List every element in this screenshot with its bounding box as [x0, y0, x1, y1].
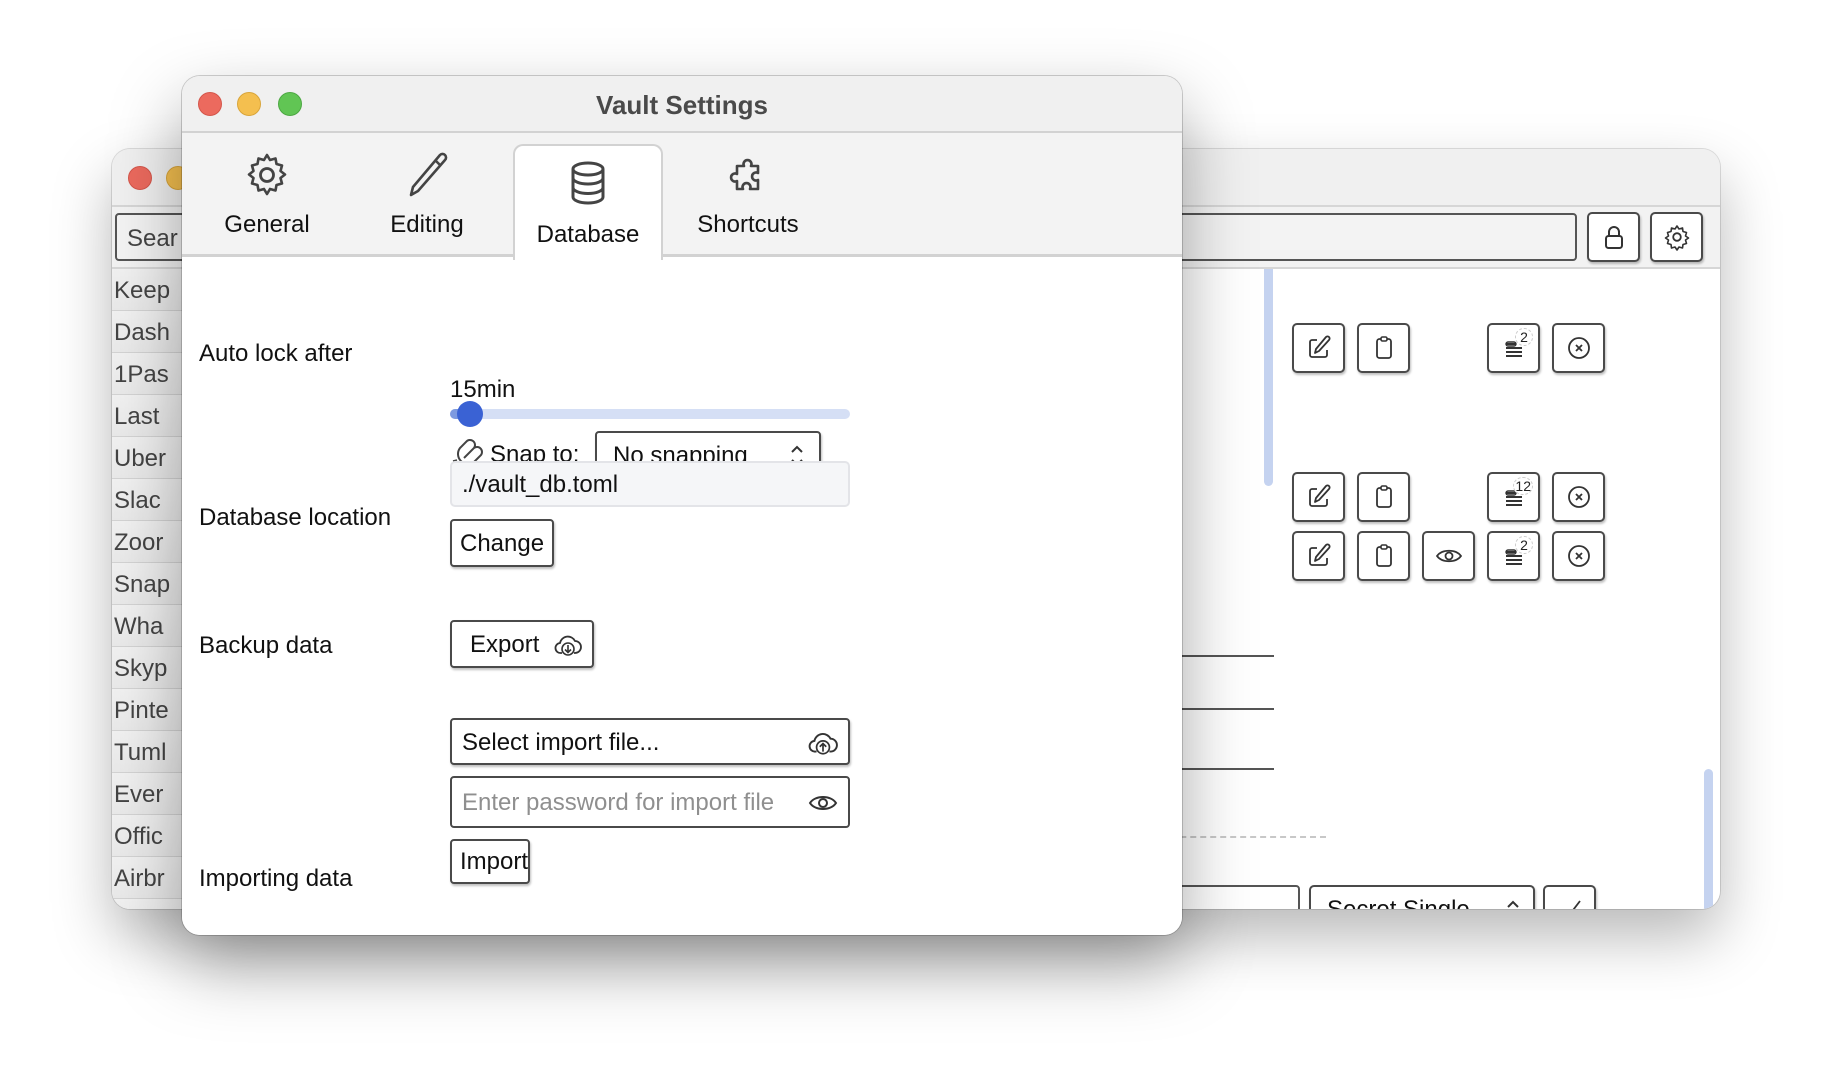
settings-titlebar: Vault Settings: [182, 76, 1182, 133]
tab-shortcuts[interactable]: Shortcuts: [673, 133, 823, 257]
import-password-placeholder: Enter password for import file: [462, 789, 775, 816]
remove-entry-button[interactable]: [1552, 531, 1605, 581]
database-icon: [571, 161, 605, 205]
tab-editing-label: Editing: [390, 211, 464, 238]
remove-entry-button[interactable]: [1552, 323, 1605, 373]
edit-entry-button[interactable]: [1292, 531, 1345, 581]
gear-icon: [247, 153, 287, 196]
tab-database[interactable]: Database: [513, 144, 663, 260]
backup-data-label: Backup data: [199, 632, 333, 659]
remove-icon: [1567, 337, 1590, 359]
tab-shortcuts-label: Shortcuts: [697, 211, 799, 238]
edit-icon: [1308, 335, 1330, 358]
remove-icon: [1567, 486, 1590, 508]
select-import-file-button[interactable]: Select import file...: [450, 718, 850, 765]
database-location-value: ./vault_db.toml: [462, 471, 619, 498]
edit-icon: [1308, 484, 1330, 507]
notes-entry-button[interactable]: 2: [1487, 323, 1540, 373]
lock-icon: [1604, 226, 1623, 249]
select-import-file-label: Select import file...: [462, 729, 660, 756]
entry-scroll-indicator[interactable]: [1264, 269, 1273, 486]
database-location-label: Database location: [199, 504, 392, 531]
new-entry-type-value: Secret Single...: [1327, 896, 1490, 909]
notes-count-badge: 2: [1515, 328, 1533, 346]
eye-entry-button[interactable]: [1422, 531, 1475, 581]
database-settings-panel: Auto lock after 15min Snap to: No snappi…: [182, 260, 1182, 935]
clipboard-entry-button[interactable]: [1357, 531, 1410, 581]
auto-lock-slider[interactable]: [450, 401, 850, 427]
vault-settings-window: Vault Settings General Editing Database …: [182, 76, 1182, 935]
auto-lock-value: 15min: [450, 376, 516, 403]
vault-search-placeholder: Sear: [127, 225, 178, 252]
notes-count-badge: 12: [1513, 477, 1533, 495]
notes-entry-button[interactable]: 12: [1487, 472, 1540, 522]
remove-entry-button[interactable]: [1552, 472, 1605, 522]
detail-scrollbar[interactable]: [1704, 769, 1713, 909]
eye-icon: [1435, 549, 1462, 563]
cloud-download-icon: [554, 635, 582, 656]
clipboard-icon: [1375, 485, 1392, 508]
export-button[interactable]: Export: [450, 620, 594, 668]
change-location-label: Change: [460, 530, 545, 557]
check-icon: [1572, 900, 1581, 909]
remove-icon: [1567, 545, 1590, 567]
tab-general-label: General: [224, 211, 310, 238]
window-title: Vault Settings: [596, 90, 768, 120]
confirm-add-entry-button[interactable]: [1543, 885, 1596, 909]
edit-entry-button[interactable]: [1292, 472, 1345, 522]
tab-general[interactable]: General: [192, 133, 342, 257]
edit-icon: [1308, 543, 1330, 566]
pencil-icon: [409, 152, 448, 197]
clipboard-entry-button[interactable]: [1357, 323, 1410, 373]
new-entry-type-select[interactable]: Secret Single...: [1309, 885, 1535, 909]
import-password-input[interactable]: Enter password for import file: [450, 776, 850, 828]
clipboard-icon: [1375, 336, 1392, 359]
slider-thumb[interactable]: [457, 401, 483, 427]
auto-lock-label: Auto lock after: [199, 340, 353, 367]
tab-editing[interactable]: Editing: [352, 133, 502, 257]
lock-vault-button[interactable]: [1587, 212, 1640, 262]
export-label: Export: [470, 631, 540, 658]
open-settings-button[interactable]: [1650, 212, 1703, 262]
gear-icon: [1664, 225, 1689, 251]
puzzle-icon: [729, 158, 760, 191]
clipboard-entry-button[interactable]: [1357, 472, 1410, 522]
edit-entry-button[interactable]: [1292, 323, 1345, 373]
import-button[interactable]: Import: [450, 839, 530, 884]
close-window-button[interactable]: [128, 166, 152, 190]
import-label: Import: [460, 848, 529, 875]
clipboard-icon: [1375, 544, 1392, 567]
tab-database-label: Database: [536, 221, 640, 248]
eye-icon[interactable]: [808, 788, 838, 818]
importing-data-label: Importing data: [199, 865, 353, 892]
notes-count-badge: 2: [1515, 536, 1533, 554]
database-location-input[interactable]: ./vault_db.toml: [450, 461, 850, 507]
change-location-button[interactable]: Change: [450, 519, 554, 567]
settings-tab-bar: General Editing Database Shortcuts: [182, 133, 1182, 260]
cloud-upload-icon: [808, 733, 838, 755]
notes-entry-button[interactable]: 2: [1487, 531, 1540, 581]
updown-chevron-icon: [1507, 900, 1519, 908]
